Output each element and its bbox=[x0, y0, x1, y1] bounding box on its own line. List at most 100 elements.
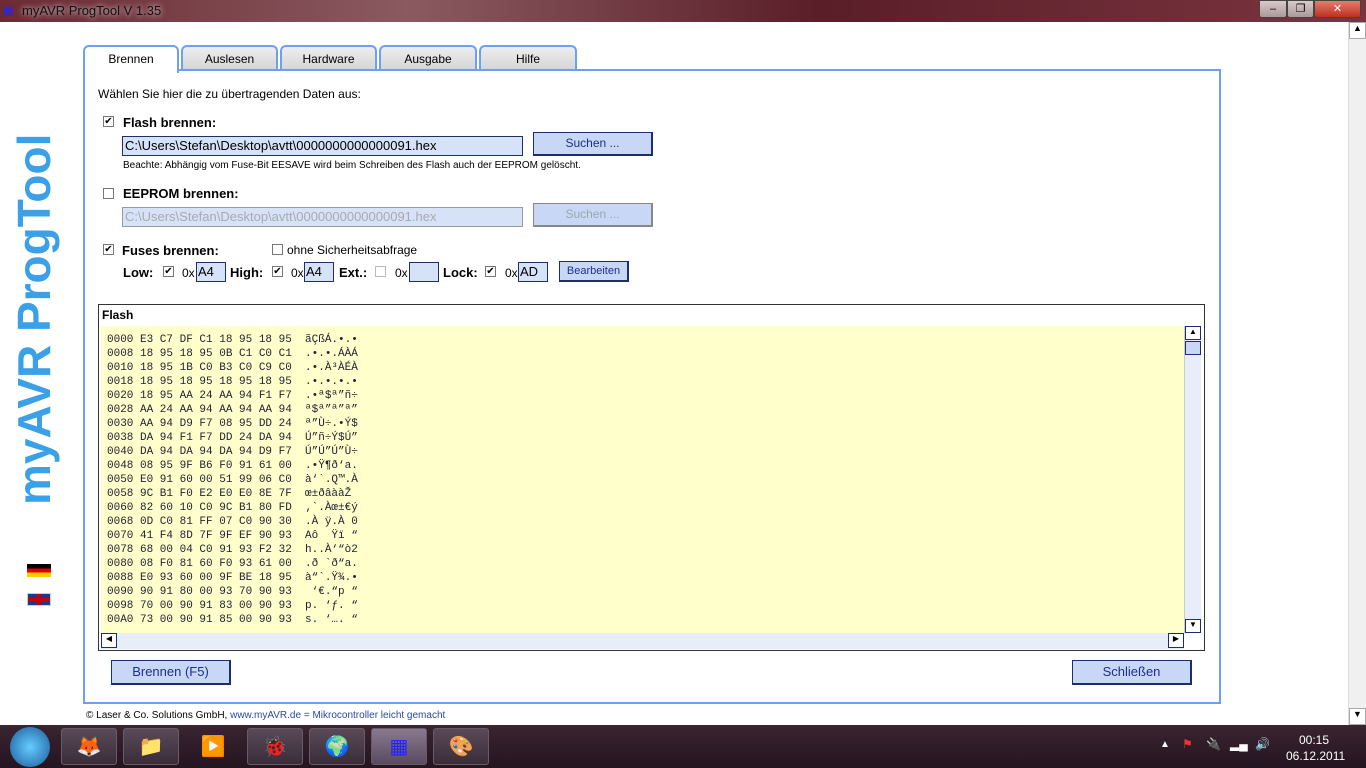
title-bar: ▦ myAVR ProgTool V 1.35 – ❐ ✕ bbox=[0, 0, 1366, 22]
hex-prefix: 0x bbox=[182, 266, 195, 280]
flash-label: Flash brennen: bbox=[123, 115, 217, 130]
footer-slogan: = Mikrocontroller leicht gemacht bbox=[303, 710, 446, 721]
close-window-button[interactable]: ✕ bbox=[1314, 0, 1361, 18]
low-checkbox[interactable]: ✔ bbox=[163, 266, 174, 277]
eeprom-search-button[interactable]: Suchen ... bbox=[533, 203, 653, 227]
footer-link[interactable]: www.myAVR.de bbox=[230, 710, 301, 721]
flash-path-input[interactable]: C:\Users\Stefan\Desktop\avtt\00000000000… bbox=[122, 136, 523, 156]
explorer-icon[interactable]: 📁 bbox=[123, 728, 179, 765]
flash-checkbox[interactable]: ✔ bbox=[103, 116, 114, 127]
scroll-left-icon[interactable]: ◀ bbox=[101, 633, 117, 648]
hex-row: 0098 70 00 90 91 83 00 90 93 p. ‘ƒ. “ bbox=[107, 600, 358, 612]
english-flag-icon[interactable] bbox=[27, 593, 51, 606]
lock-fuse-input[interactable]: AD bbox=[518, 262, 548, 282]
taskbar: 🦊 📁 ▶️ 🐞 🌍 ▦ 🎨 ▲ ⚑ 🔌 ▂▄ 🔊 00:15 06.12.20… bbox=[0, 725, 1366, 768]
window-title: myAVR ProgTool V 1.35 bbox=[22, 3, 162, 18]
eeprom-label: EEPROM brennen: bbox=[123, 186, 239, 201]
power-icon[interactable]: 🔌 bbox=[1206, 737, 1221, 751]
minimize-button[interactable]: – bbox=[1259, 0, 1287, 18]
ext-checkbox[interactable] bbox=[375, 266, 386, 277]
hex-prefix: 0x bbox=[291, 266, 304, 280]
start-button[interactable] bbox=[10, 727, 50, 767]
firefox-icon[interactable]: 🦊 bbox=[61, 728, 117, 765]
app-icon: ▦ bbox=[3, 5, 14, 17]
media-player-icon[interactable]: ▶️ bbox=[185, 728, 241, 765]
tab-auslesen[interactable]: Auslesen bbox=[181, 45, 278, 71]
eeprom-checkbox[interactable] bbox=[103, 188, 114, 199]
bug-icon[interactable]: 🐞 bbox=[247, 728, 303, 765]
no-confirm-label: ohne Sicherheitsabfrage bbox=[287, 243, 418, 257]
close-button[interactable]: Schließen bbox=[1072, 660, 1192, 685]
network-icon[interactable]: ▦ bbox=[371, 728, 427, 765]
high-checkbox[interactable]: ✔ bbox=[272, 266, 283, 277]
high-label: High: bbox=[230, 265, 264, 280]
action-center-icon[interactable]: ⚑ bbox=[1182, 737, 1193, 751]
hex-row: 0050 E0 91 60 00 51 99 06 C0 à‘`.Q™.À bbox=[107, 474, 358, 486]
scroll-right-icon[interactable]: ▶ bbox=[1168, 633, 1184, 648]
lock-label: Lock: bbox=[443, 265, 478, 280]
hex-row: 0010 18 95 1B C0 B3 C0 C9 C0 .•.À³ÀÉÀ bbox=[107, 362, 358, 374]
german-flag-icon[interactable] bbox=[27, 564, 51, 577]
fuses-checkbox[interactable]: ✔ bbox=[103, 244, 114, 255]
hex-row: 0070 41 F4 8D 7F 9F EF 90 93 Aô Ÿï “ bbox=[107, 530, 358, 542]
window-scrollbar[interactable]: ▲ ▼ bbox=[1348, 22, 1366, 725]
hex-row: 0040 DA 94 DA 94 DA 94 D9 F7 Ú”Ú”Ú”Ù÷ bbox=[107, 446, 358, 458]
low-label: Low: bbox=[123, 265, 154, 280]
paint-icon[interactable]: 🎨 bbox=[433, 728, 489, 765]
hex-row: 00A0 73 00 90 91 85 00 90 93 s. ‘…. “ bbox=[107, 614, 358, 626]
scroll-down-icon[interactable]: ▼ bbox=[1349, 708, 1366, 725]
hex-row: 0090 90 91 80 00 93 70 90 93 ‘€.“p “ bbox=[107, 586, 358, 598]
hex-row: 0020 18 95 AA 24 AA 94 F1 F7 .•ª$ª”ñ÷ bbox=[107, 390, 358, 402]
flash-search-button[interactable]: Suchen ... bbox=[533, 132, 653, 156]
tab-brennen[interactable]: Brennen bbox=[83, 45, 179, 73]
hex-vscrollbar[interactable]: ▲ ▼ bbox=[1184, 326, 1201, 633]
myavr-logo: myAVR ProgTool bbox=[8, 134, 60, 505]
signal-icon[interactable]: ▂▄ bbox=[1230, 737, 1248, 751]
hex-row: 0078 68 00 04 C0 91 93 F2 32 h..À‘“ò2 bbox=[107, 544, 358, 556]
hex-dump[interactable]: 0000 E3 C7 DF C1 18 95 18 95 ãÇßÁ.•.• 000… bbox=[101, 326, 1184, 633]
svg-text:myAVR ProgTool: myAVR ProgTool bbox=[8, 134, 60, 505]
tab-ausgabe[interactable]: Ausgabe bbox=[379, 45, 477, 71]
high-fuse-input[interactable]: A4 bbox=[304, 262, 334, 282]
ext-fuse-input[interactable] bbox=[409, 262, 439, 282]
hex-row: 0030 AA 94 D9 F7 08 95 DD 24 ª”Ù÷.•Ý$ bbox=[107, 418, 358, 430]
hex-row: 0000 E3 C7 DF C1 18 95 18 95 ãÇßÁ.•.• bbox=[107, 334, 358, 346]
edit-fuses-button[interactable]: Bearbeiten bbox=[559, 261, 629, 282]
hex-row: 0088 E0 93 60 00 9F BE 18 95 à“`.Ÿ¾.• bbox=[107, 572, 358, 584]
show-hidden-icons[interactable]: ▲ bbox=[1160, 739, 1170, 750]
hex-row: 0018 18 95 18 95 18 95 18 95 .•.•.•.• bbox=[107, 376, 358, 388]
no-confirm-checkbox[interactable] bbox=[272, 244, 283, 255]
hex-prefix: 0x bbox=[505, 266, 518, 280]
prompt-text: Wählen Sie hier die zu übertragenden Dat… bbox=[98, 87, 361, 101]
footer: © Laser & Co. Solutions GmbH, www.myAVR.… bbox=[86, 710, 445, 721]
low-fuse-input[interactable]: A4 bbox=[196, 262, 226, 282]
hex-row: 0038 DA 94 F1 F7 DD 24 DA 94 Ú”ñ÷Ý$Ú” bbox=[107, 432, 358, 444]
hex-row: 0068 0D C0 81 FF 07 C0 90 30 .À ÿ.À 0 bbox=[107, 516, 358, 528]
hex-row: 0060 82 60 10 C0 9C B1 80 FD ‚`.Àœ±€ý bbox=[107, 502, 358, 514]
eeprom-path-input[interactable]: C:\Users\Stefan\Desktop\avtt\00000000000… bbox=[122, 207, 523, 227]
fuses-label: Fuses brennen: bbox=[122, 243, 219, 258]
volume-icon[interactable]: 🔊 bbox=[1255, 737, 1270, 751]
hex-row: 0080 08 F0 81 60 F0 93 61 00 .ð `ð“a. bbox=[107, 558, 358, 570]
hex-row: 0048 08 95 9F B6 F0 91 61 00 .•Ÿ¶ð‘a. bbox=[107, 460, 358, 472]
maximize-button[interactable]: ❐ bbox=[1287, 0, 1314, 18]
ext-label: Ext.: bbox=[339, 265, 368, 280]
clock-time[interactable]: 00:15 bbox=[1299, 733, 1329, 747]
scroll-up-icon[interactable]: ▲ bbox=[1185, 326, 1201, 340]
flash-viewer-title: Flash bbox=[102, 308, 134, 322]
hex-hscrollbar[interactable]: ◀ ▶ bbox=[101, 633, 1184, 649]
globe-icon[interactable]: 🌍 bbox=[309, 728, 365, 765]
hex-prefix: 0x bbox=[395, 266, 408, 280]
lock-checkbox[interactable]: ✔ bbox=[485, 266, 496, 277]
scroll-thumb[interactable] bbox=[1185, 341, 1201, 355]
clock-date[interactable]: 06.12.2011 bbox=[1286, 749, 1345, 763]
tab-hardware[interactable]: Hardware bbox=[280, 45, 377, 71]
tab-hilfe[interactable]: Hilfe bbox=[479, 45, 577, 71]
scroll-down-icon[interactable]: ▼ bbox=[1185, 619, 1201, 633]
footer-company: © Laser & Co. Solutions GmbH, bbox=[86, 710, 228, 721]
flash-note: Beachte: Abhängig vom Fuse-Bit EESAVE wi… bbox=[123, 160, 581, 171]
hex-row: 0058 9C B1 F0 E2 E0 E0 8E 7F œ±ðâààŽ bbox=[107, 488, 352, 500]
burn-button[interactable]: Brennen (F5) bbox=[111, 660, 231, 685]
scroll-up-icon[interactable]: ▲ bbox=[1349, 22, 1366, 39]
hex-row: 0028 AA 24 AA 94 AA 94 AA 94 ª$ª”ª”ª” bbox=[107, 404, 358, 416]
